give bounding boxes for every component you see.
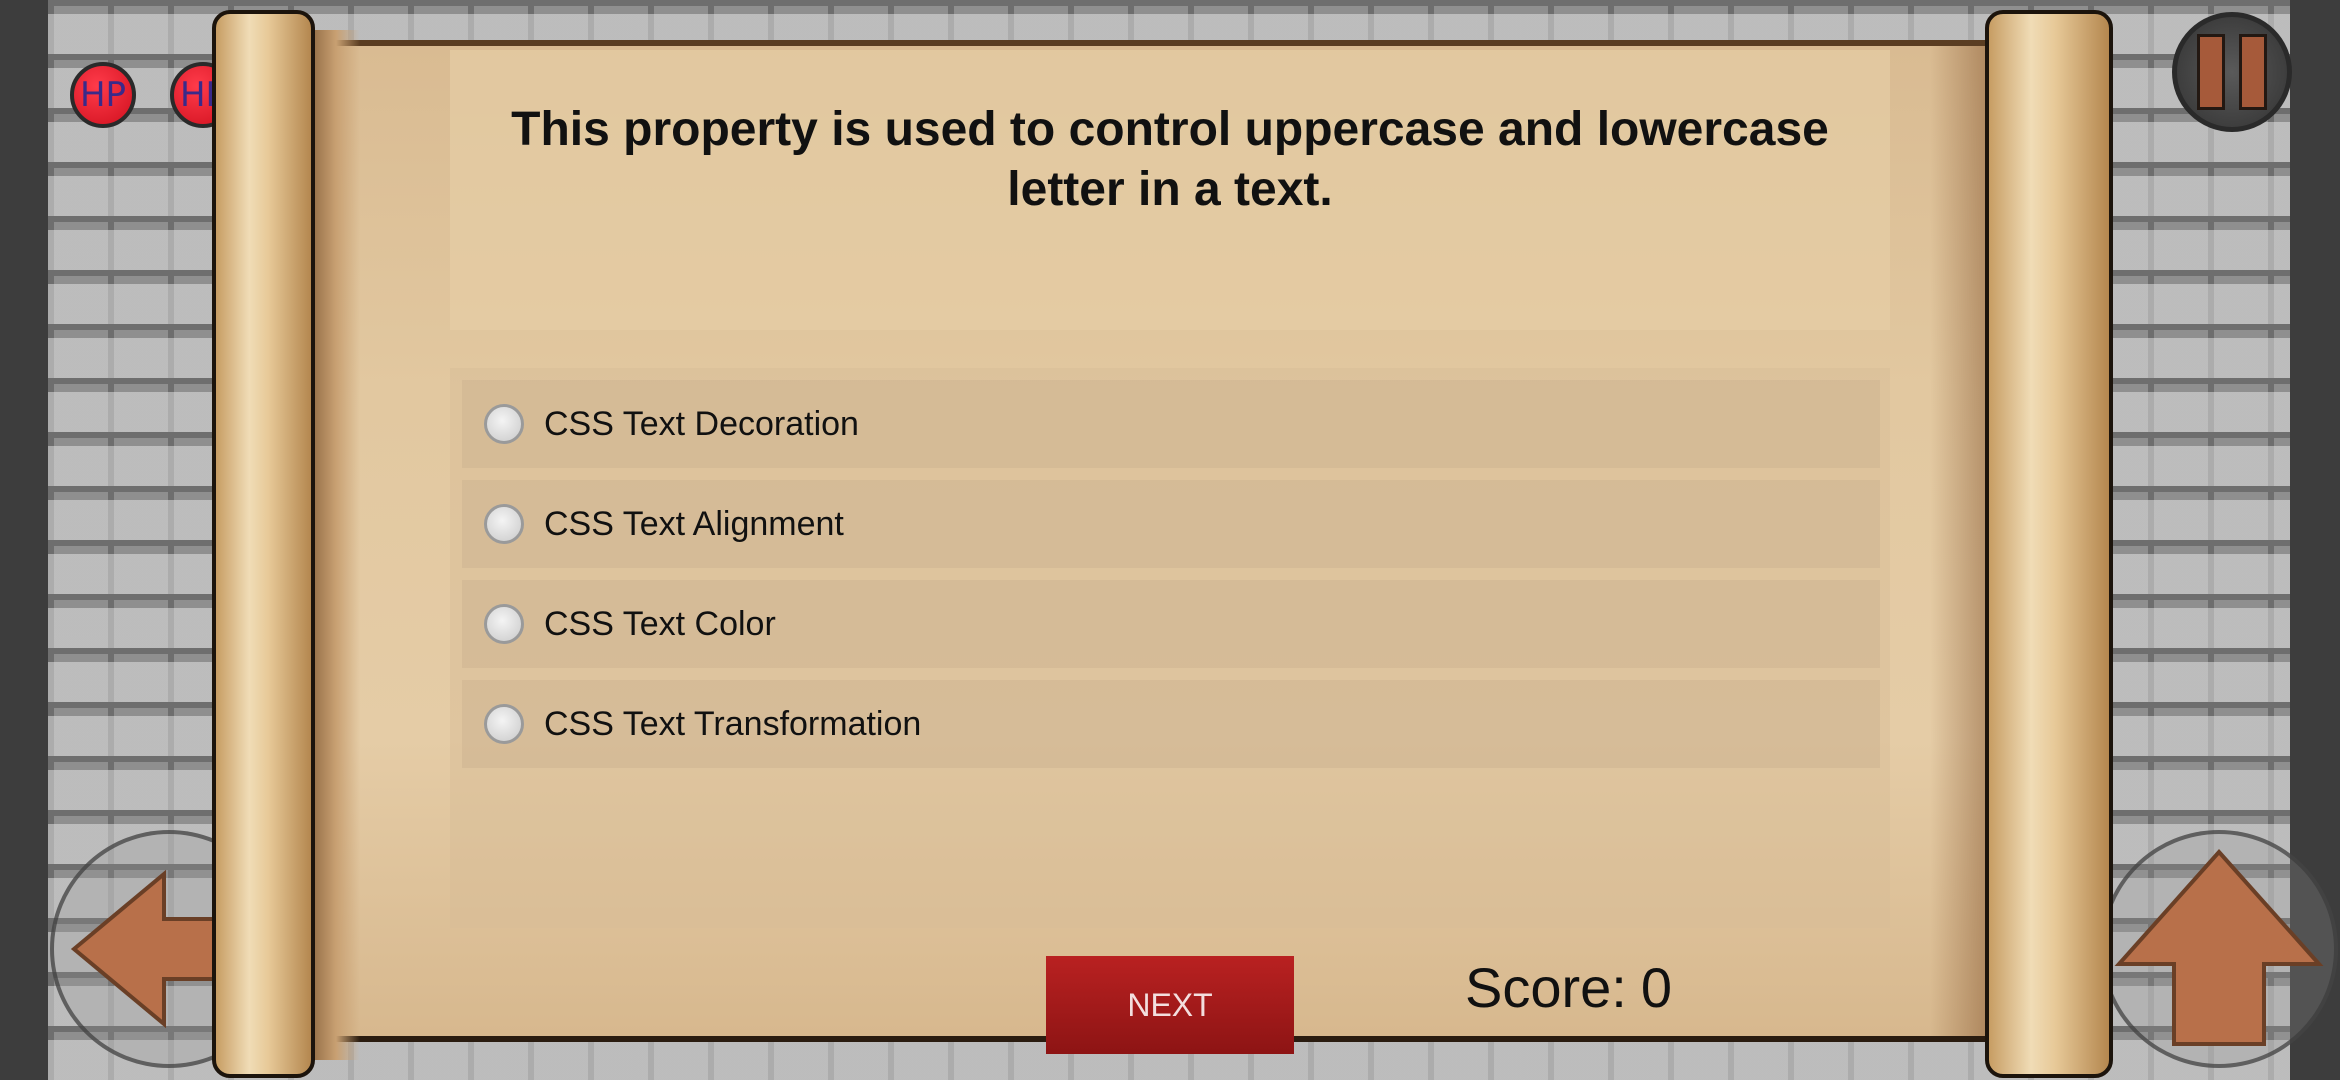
parchment-shading [1930,46,1990,1036]
radio-button[interactable] [484,604,524,644]
question-text: This property is used to control upperca… [511,103,1829,216]
answer-option[interactable]: CSS Text Transformation [462,680,1880,768]
radio-button[interactable] [484,404,524,444]
answer-option[interactable]: CSS Text Color [462,580,1880,668]
score-display: Score: 0 [1465,955,1672,1020]
pause-icon [2197,34,2225,110]
scroll-roll-left [212,10,315,1078]
game-screen: HP HP HP This property is used to contro… [0,0,2340,1080]
score-value: 0 [1640,956,1673,1019]
radio-button[interactable] [484,704,524,744]
hp-icon: HP [70,62,136,128]
answer-label: CSS Text Color [544,604,776,643]
answer-label: CSS Text Alignment [544,504,844,543]
pause-button[interactable] [2172,12,2292,132]
answer-option[interactable]: CSS Text Alignment [462,480,1880,568]
answer-option[interactable]: CSS Text Decoration [462,380,1880,468]
pause-icon [2239,34,2267,110]
up-arrow-icon [2114,848,2324,1046]
next-button[interactable]: NEXT [1046,956,1294,1054]
jump-button[interactable] [2100,830,2338,1068]
answer-label: CSS Text Transformation [544,704,922,743]
question-panel: This property is used to control upperca… [450,50,1890,330]
score-label: Score: [1465,956,1627,1019]
answer-label: CSS Text Decoration [544,404,859,443]
screen-edge-left [0,0,50,1080]
radio-button[interactable] [484,504,524,544]
scroll-roll-right [1985,10,2113,1078]
answer-options: CSS Text Decoration CSS Text Alignment C… [450,368,1890,928]
